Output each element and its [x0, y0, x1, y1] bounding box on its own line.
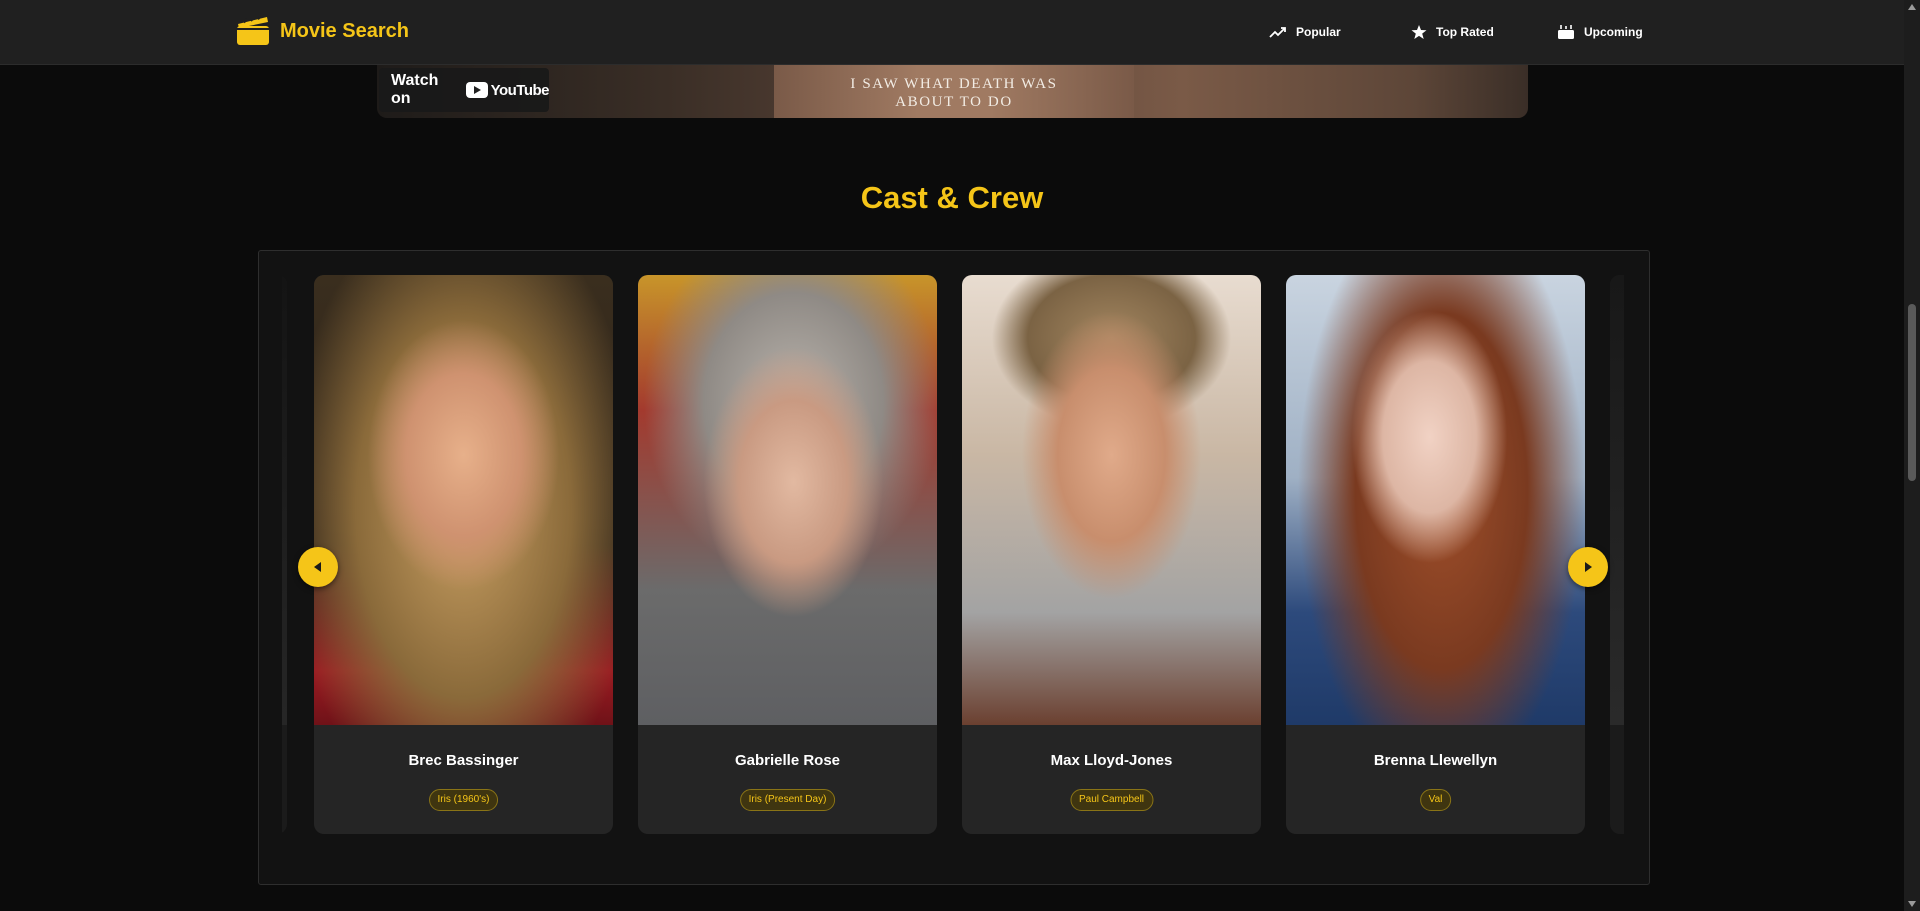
cast-card-partial-left[interactable] [282, 275, 287, 834]
scroll-up-arrow-icon[interactable] [1908, 4, 1916, 10]
cast-name: Brenna Llewellyn [1373, 752, 1498, 769]
nav-top-rated-label: Top Rated [1436, 25, 1494, 39]
nav-popular[interactable]: Popular [1269, 20, 1341, 44]
chevron-right-icon [1585, 562, 1592, 572]
cast-role-badge: Val [1419, 789, 1452, 811]
nav-upcoming[interactable]: Upcoming [1557, 20, 1643, 44]
nav-top-rated[interactable]: Top Rated [1411, 20, 1494, 44]
cast-card[interactable]: Max Lloyd-Jones Paul Campbell [962, 275, 1261, 834]
nav-upcoming-label: Upcoming [1584, 25, 1643, 39]
carousel-next-button[interactable] [1568, 547, 1608, 587]
youtube-logo: YouTube [465, 81, 550, 99]
youtube-wordmark: YouTube [490, 81, 550, 99]
cast-role-badge: Iris (Present Day) [739, 789, 836, 811]
watch-on-youtube-button[interactable]: Watch on YouTube [379, 68, 550, 112]
page-scrollbar[interactable] [1904, 0, 1920, 911]
trailer-thumbnail: I SAW WHAT DEATH WAS ABOUT TO DO [774, 64, 1134, 118]
cast-card[interactable]: Brec Bassinger Iris (1960's) [314, 275, 613, 834]
cast-carousel: Brec Bassinger Iris (1960's) Gabrielle R… [258, 250, 1650, 885]
chevron-left-icon [314, 562, 321, 572]
brand-title: Movie Search [280, 19, 409, 42]
cast-photo [962, 275, 1261, 725]
navbar: Movie Search Popular Top Rated Upcoming [0, 0, 1904, 65]
cast-name: Max Lloyd-Jones [1050, 752, 1173, 769]
calendar-icon [1558, 25, 1574, 39]
cast-card[interactable]: Gabrielle Rose Iris (Present Day) [638, 275, 937, 834]
cast-card[interactable]: Brenna Llewellyn Val [1286, 275, 1585, 834]
cast-photo [282, 275, 287, 725]
trailer-tagline-line2: ABOUT TO DO [895, 94, 1013, 110]
scroll-down-arrow-icon[interactable] [1908, 901, 1916, 907]
cast-photo [1286, 275, 1585, 725]
cast-carousel-track: Brec Bassinger Iris (1960's) Gabrielle R… [282, 275, 1624, 835]
nav-popular-label: Popular [1296, 25, 1341, 39]
cast-section-title: Cast & Crew [860, 180, 1044, 215]
youtube-play-icon [465, 82, 488, 98]
cast-role-badge: Iris (1960's) [428, 789, 499, 811]
cast-name: Brec Bassinger [408, 752, 519, 769]
trailer-tagline-line1: I SAW WHAT DEATH WAS [850, 76, 1058, 92]
cast-photo [638, 275, 937, 725]
cast-name: Gabrielle Rose [734, 752, 841, 769]
cast-photo [314, 275, 613, 725]
cast-role-badge: Paul Campbell [1069, 789, 1154, 811]
trending-up-icon [1269, 27, 1286, 38]
carousel-prev-button[interactable] [298, 547, 338, 587]
trailer-video[interactable]: I SAW WHAT DEATH WAS ABOUT TO DO Watch o… [377, 64, 1528, 118]
brand-link[interactable]: Movie Search [236, 15, 409, 46]
cast-card-partial-right[interactable] [1610, 275, 1624, 834]
cast-photo [1610, 275, 1624, 725]
clapperboard-icon [236, 15, 270, 46]
scrollbar-thumb[interactable] [1908, 304, 1916, 481]
star-icon [1411, 25, 1427, 39]
watch-on-label: Watch on [391, 72, 439, 107]
